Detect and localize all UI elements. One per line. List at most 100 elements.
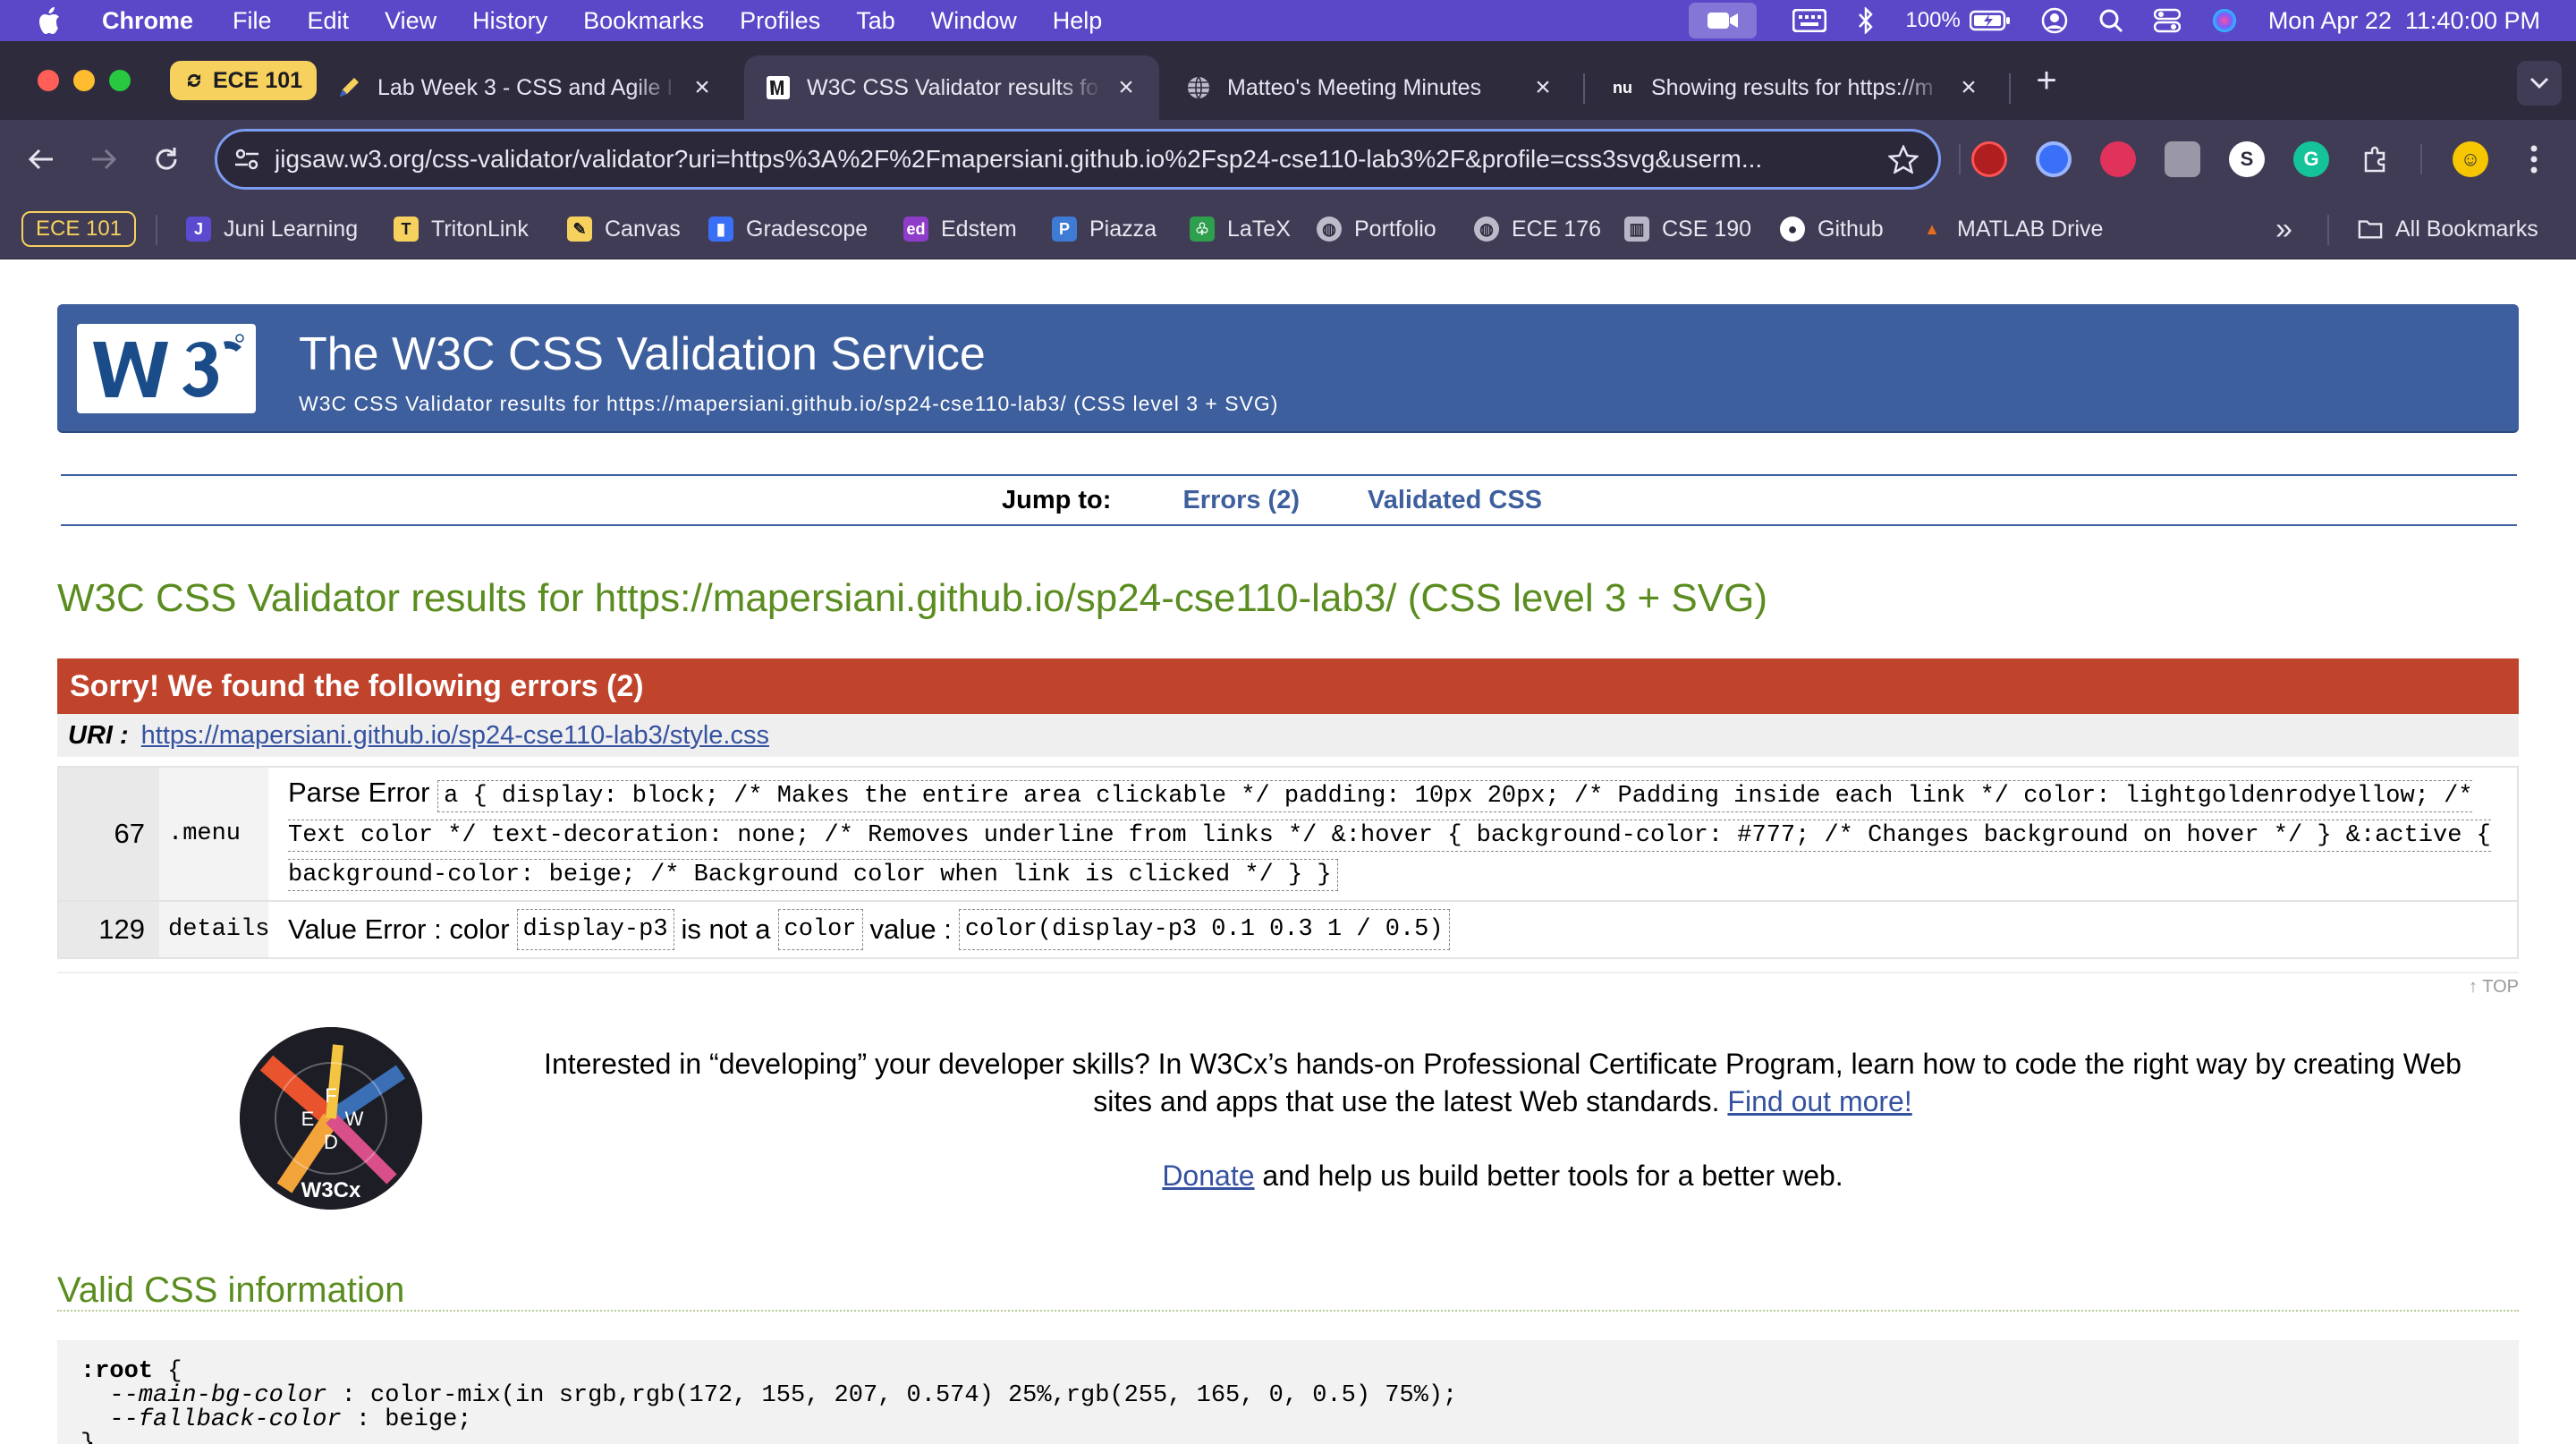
camera-icon[interactable] xyxy=(1689,3,1758,38)
site-settings-icon[interactable] xyxy=(233,147,260,172)
error-message: Parse Error a { display: block; /* Makes… xyxy=(268,768,2517,900)
siri-icon[interactable] xyxy=(2211,7,2238,34)
extension-gray-icon[interactable] xyxy=(2165,141,2200,177)
error-text: is not a xyxy=(681,913,771,945)
bookmark-matlab-drive[interactable]: ▲ MATLAB Drive xyxy=(1919,211,2103,247)
svg-text:W: W xyxy=(345,1108,364,1130)
bookmarks-overflow-icon[interactable]: » xyxy=(2275,211,2292,247)
menu-history[interactable]: History xyxy=(472,7,547,35)
forward-button[interactable] xyxy=(84,140,123,179)
toolbar-separator xyxy=(2420,144,2422,174)
menu-file[interactable]: File xyxy=(233,7,272,35)
keyboard-icon[interactable] xyxy=(1792,9,1827,32)
bookmark-edstem[interactable]: ed Edstem xyxy=(903,211,1017,247)
window-zoom-button[interactable] xyxy=(109,70,131,91)
tab-matteos-meeting-minutes[interactable]: Matteo's Meeting Minutes × xyxy=(1165,55,1576,120)
donate-text: and help us build better tools for a bet… xyxy=(1262,1159,1843,1192)
jump-to-label: Jump to: xyxy=(1002,485,1112,514)
bluetooth-icon[interactable] xyxy=(1857,7,1875,34)
donate-link[interactable]: Donate xyxy=(1162,1159,1254,1192)
w3c-logo[interactable] xyxy=(77,324,256,413)
extension-blue-circle-icon[interactable] xyxy=(2036,141,2072,177)
uri-link[interactable]: https://mapersiani.github.io/sp24-cse110… xyxy=(141,721,769,751)
tab-showing-results[interactable]: nu Showing results for https://m × xyxy=(1589,55,2002,120)
extension-s-icon[interactable]: S xyxy=(2229,141,2265,177)
jump-errors-link[interactable]: Errors (2) xyxy=(1182,486,1300,515)
web-page: The W3C CSS Validation Service W3C CSS V… xyxy=(0,259,2576,1444)
window-minimize-button[interactable] xyxy=(73,70,95,91)
bookmark-ece-176[interactable]: ◍ ECE 176 xyxy=(1474,211,1601,247)
globe-icon: ◍ xyxy=(1474,217,1499,242)
menu-bookmarks[interactable]: Bookmarks xyxy=(583,7,704,35)
tab-search-button[interactable] xyxy=(2517,61,2562,106)
tab-close-icon[interactable]: × xyxy=(1531,72,1555,103)
more-menu-icon[interactable] xyxy=(2521,141,2547,177)
css-property: --fallback-color xyxy=(109,1406,342,1433)
menu-help[interactable]: Help xyxy=(1053,7,1103,35)
error-row: 67 .menu Parse Error a { display: block;… xyxy=(59,768,2517,902)
bookmark-gradescope[interactable]: ▮ Gradescope xyxy=(708,211,868,247)
piazza-icon: P xyxy=(1052,217,1077,242)
tritonlink-icon: T xyxy=(394,217,419,242)
reload-button[interactable] xyxy=(147,140,186,179)
extension-compass-icon[interactable] xyxy=(2100,141,2136,177)
bookmark-latex[interactable]: ♧ LaTeX xyxy=(1190,211,1291,247)
menu-window[interactable]: Window xyxy=(931,7,1017,35)
back-button[interactable] xyxy=(21,140,61,179)
battery-icon[interactable] xyxy=(1969,10,2011,31)
css-value: : color-mix(in srgb,rgb(172, 155, 207, 0… xyxy=(326,1382,1458,1409)
w3c-favicon-icon xyxy=(766,75,791,100)
bookmark-cse-190[interactable]: ▥ CSE 190 xyxy=(1624,211,1751,247)
spotlight-search-icon[interactable] xyxy=(2098,8,2123,33)
apple-icon[interactable] xyxy=(36,7,63,34)
all-bookmarks[interactable]: All Bookmarks xyxy=(2358,211,2538,247)
menu-profiles[interactable]: Profiles xyxy=(740,7,820,35)
url-text[interactable]: jigsaw.w3.org/css-validator/validator?ur… xyxy=(275,145,1876,174)
address-bar[interactable]: jigsaw.w3.org/css-validator/validator?ur… xyxy=(215,129,1941,190)
extension-grammarly-icon[interactable]: G xyxy=(2293,141,2329,177)
find-out-more-link[interactable]: Find out more! xyxy=(1727,1085,1911,1117)
extensions-puzzle-icon[interactable] xyxy=(2358,141,2394,177)
error-row: 129 details Value Error : color display-… xyxy=(59,902,2517,957)
new-tab-button[interactable]: + xyxy=(2027,61,2066,100)
menu-tab[interactable]: Tab xyxy=(856,7,895,35)
bookmark-star-icon[interactable] xyxy=(1888,145,1919,174)
w3cx-fewd-badge[interactable]: F E W D W3Cx xyxy=(240,1027,422,1210)
tab-close-icon[interactable]: × xyxy=(691,72,714,103)
tab-close-icon[interactable]: × xyxy=(1957,72,1980,103)
tab-lab-week-3[interactable]: Lab Week 3 - CSS and Agile I × xyxy=(315,55,735,120)
tab-strip: ECE 101 Lab Week 3 - CSS and Agile I × W… xyxy=(0,41,2576,120)
menu-edit[interactable]: Edit xyxy=(308,7,350,35)
matlab-icon: ▲ xyxy=(1924,219,1940,238)
window-close-button[interactable] xyxy=(38,70,59,91)
banner-title: The W3C CSS Validation Service xyxy=(299,328,986,380)
promo-text: Interested in “developing” your develope… xyxy=(537,1045,2469,1120)
user-account-icon[interactable] xyxy=(2041,7,2068,34)
bookmark-canvas[interactable]: ✎ Canvas xyxy=(567,211,681,247)
bookmark-group-ece-101[interactable]: ECE 101 xyxy=(21,211,137,247)
jump-validated-css-link[interactable]: Validated CSS xyxy=(1368,486,1542,515)
arrow-left-icon xyxy=(28,149,53,170)
bookmark-tritonlink[interactable]: T TritonLink xyxy=(394,211,529,247)
control-center-icon[interactable] xyxy=(2153,8,2181,33)
menu-app-chrome[interactable]: Chrome xyxy=(102,7,193,35)
bookmark-github[interactable]: ● Github xyxy=(1780,211,1884,247)
tab-close-icon[interactable]: × xyxy=(1114,72,1138,103)
promo-body: Interested in “developing” your develope… xyxy=(544,1048,2462,1117)
error-message: Value Error : color display-p3 is not a … xyxy=(268,902,2517,957)
menubar-datetime[interactable]: Mon Apr 22 11:40:00 PM xyxy=(2268,7,2540,35)
tab-w3c-css-validator[interactable]: W3C CSS Validator results fo × xyxy=(744,55,1159,120)
bookmark-portfolio[interactable]: ◍ Portfolio xyxy=(1317,211,1436,247)
bookmark-piazza[interactable]: P Piazza xyxy=(1052,211,1157,247)
extension-ublock-icon[interactable] xyxy=(1971,141,2007,177)
back-to-top-link[interactable]: ↑ TOP xyxy=(2469,977,2519,998)
bookmark-juni-learning[interactable]: J Juni Learning xyxy=(186,211,358,247)
profile-avatar[interactable]: ☺ xyxy=(2453,141,2488,177)
menu-view[interactable]: View xyxy=(385,7,436,35)
gradescope-icon: ▮ xyxy=(708,217,733,242)
css-selector: :root xyxy=(80,1358,154,1385)
tab-group-ece-101[interactable]: ECE 101 xyxy=(170,61,318,100)
svg-text:W3Cx: W3Cx xyxy=(301,1178,361,1202)
tab-title: Lab Week 3 - CSS and Agile I xyxy=(377,74,674,100)
css-value: : beige; xyxy=(341,1406,472,1433)
